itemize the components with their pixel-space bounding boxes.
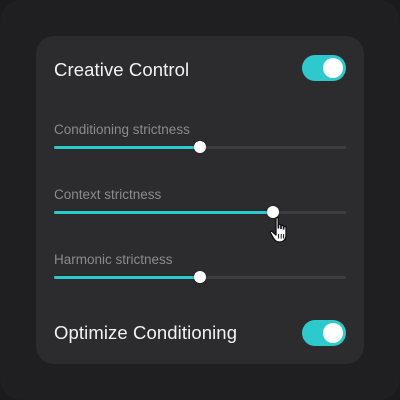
slider-fill: [54, 276, 200, 279]
optimize-conditioning-label: Optimize Conditioning: [54, 322, 238, 343]
slider-fill: [54, 211, 273, 214]
creative-control-toggle[interactable]: [302, 55, 346, 81]
context-strictness-slider[interactable]: [54, 205, 346, 219]
hand-pointer-icon: [269, 216, 287, 243]
harmonic-strictness-label: Harmonic strictness: [54, 252, 173, 267]
creative-control-panel: Creative Control Conditioning strictness…: [36, 36, 364, 364]
harmonic-strictness-slider[interactable]: [54, 270, 346, 284]
toggle-knob: [323, 323, 343, 343]
context-strictness-label: Context strictness: [54, 187, 162, 202]
slider-fill: [54, 146, 200, 149]
conditioning-strictness-slider[interactable]: [54, 140, 346, 154]
optimize-conditioning-toggle[interactable]: [302, 320, 346, 346]
creative-control-label: Creative Control: [54, 59, 190, 80]
slider-thumb[interactable]: [194, 271, 206, 283]
slider-thumb[interactable]: [194, 141, 206, 153]
conditioning-strictness-label: Conditioning strictness: [54, 122, 190, 137]
app-frame: Creative Control Conditioning strictness…: [0, 0, 400, 400]
toggle-knob: [323, 58, 343, 78]
